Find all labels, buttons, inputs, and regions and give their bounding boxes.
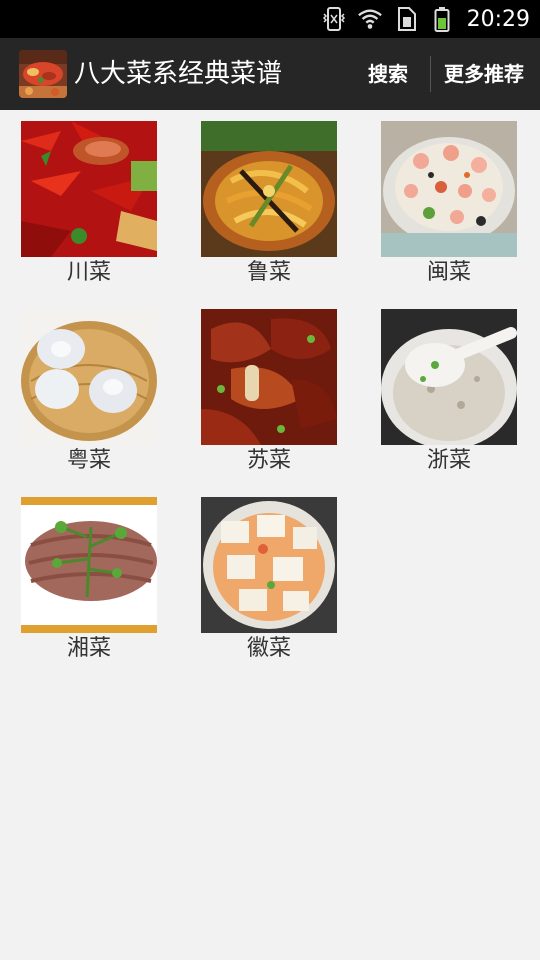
action-divider (430, 56, 431, 92)
hunan-dish-image (21, 497, 157, 633)
status-time: 20:29 (466, 6, 530, 32)
more-recommendations-button[interactable]: 更多推荐 (444, 38, 524, 110)
vibrate-icon (321, 6, 347, 32)
sichuan-dish-image (21, 121, 157, 257)
cuisine-label: 闽菜 (426, 260, 471, 285)
app-title: 八大菜系经典菜谱 (74, 59, 283, 89)
cuisine-item-jiangsu[interactable]: 苏菜 (201, 309, 337, 473)
cuisine-item-fujian[interactable]: 闽菜 (381, 121, 517, 285)
search-button[interactable]: 搜索 (368, 38, 408, 110)
cuisine-label: 浙菜 (426, 448, 471, 473)
cuisine-label: 苏菜 (246, 448, 291, 473)
fujian-dish-image (381, 121, 517, 257)
sim-icon (393, 6, 419, 32)
cuisine-label: 鲁菜 (246, 260, 291, 285)
food-app-icon[interactable] (19, 50, 67, 98)
cuisine-label: 湘菜 (66, 636, 111, 661)
cantonese-dish-image (21, 309, 157, 445)
cuisine-item-zhejiang[interactable]: 浙菜 (381, 309, 517, 473)
shandong-dish-image (201, 121, 337, 257)
status-bar: 20:29 (0, 0, 540, 38)
anhui-dish-image (201, 497, 337, 633)
jiangsu-dish-image (201, 309, 337, 445)
zhejiang-dish-image (381, 309, 517, 445)
cuisine-item-hunan[interactable]: 湘菜 (21, 497, 157, 661)
cuisine-item-anhui[interactable]: 徽菜 (201, 497, 337, 661)
action-bar: 八大菜系经典菜谱 搜索 更多推荐 (0, 38, 540, 110)
cuisine-label: 川菜 (66, 260, 111, 285)
cuisine-label: 粤菜 (66, 448, 111, 473)
cuisine-item-sichuan[interactable]: 川菜 (21, 121, 157, 285)
cuisine-item-shandong[interactable]: 鲁菜 (201, 121, 337, 285)
battery-icon (429, 6, 455, 32)
status-icons: 20:29 (321, 0, 530, 38)
cuisine-label: 徽菜 (246, 636, 291, 661)
cuisine-item-cantonese[interactable]: 粤菜 (21, 309, 157, 473)
wifi-icon (357, 6, 383, 32)
